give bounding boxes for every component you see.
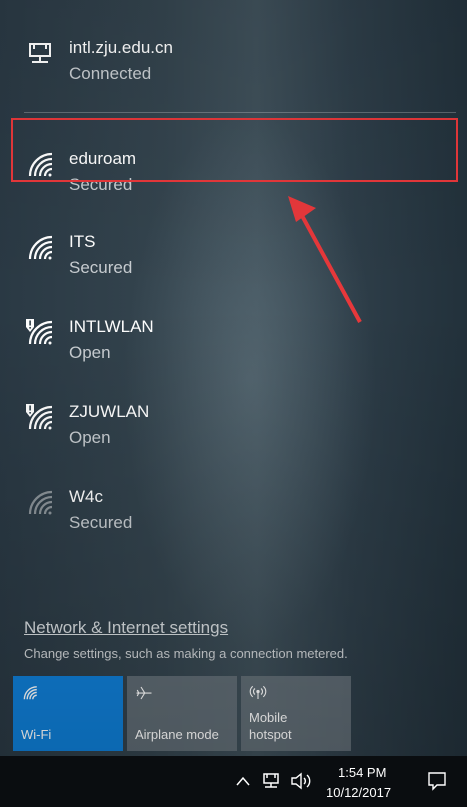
airplane-mode-button[interactable]: Airplane mode [127,676,237,751]
hotspot-icon [249,685,267,699]
highlight-box [11,118,458,182]
show-hidden-icons-chevron-icon[interactable] [236,776,250,786]
airplane-icon [136,686,152,700]
annotation-arrow-icon [288,196,362,323]
wifi-icon [23,686,37,700]
taskbar [0,756,467,807]
tile-label: Mobile hotspot [249,710,292,742]
network-item-zjuwlan[interactable]: ZJUWLAN Open [10,378,462,462]
tile-label: Airplane mode [135,727,219,742]
network-item-intlwlan[interactable]: INTLWLAN Open [10,293,462,377]
action-center-icon[interactable] [427,771,447,791]
network-status: Open [69,343,111,362]
network-flyout: intl.zju.edu.cn Connected eduroam Secure… [0,0,467,756]
network-item-its[interactable]: ITS Secured [10,208,462,292]
network-status: Connected [69,64,152,83]
network-item-intl-zju[interactable]: intl.zju.edu.cn Connected [10,14,462,98]
ethernet-icon [29,43,51,63]
wifi-shield-icon [26,404,53,430]
network-item-w4c[interactable]: W4c Secured [10,463,462,547]
network-name: ITS [69,232,96,251]
wifi-toggle-button[interactable]: Wi-Fi [13,676,123,751]
network-name: INTLWLAN [69,317,154,336]
wifi-weak-icon [28,490,53,515]
network-status: Secured [69,513,133,532]
network-settings-link[interactable]: Network & Internet settings [24,618,228,638]
network-name: intl.zju.edu.cn [69,38,173,57]
wifi-icon [28,235,53,260]
network-tray-icon[interactable] [261,772,281,790]
tile-label: Wi-Fi [21,727,52,742]
network-name: W4c [69,487,103,506]
mobile-hotspot-button[interactable]: Mobile hotspot [241,676,351,751]
network-status: Secured [69,258,133,277]
network-status: Open [69,428,111,447]
network-name: ZJUWLAN [69,402,150,421]
wifi-shield-icon [26,319,53,345]
volume-icon[interactable] [290,772,314,790]
divider [24,112,456,113]
network-settings-description: Change settings, such as making a connec… [24,646,348,661]
clock-date[interactable]: 10/12/2017 [326,785,391,800]
clock-time[interactable]: 1:54 PM [338,765,386,780]
